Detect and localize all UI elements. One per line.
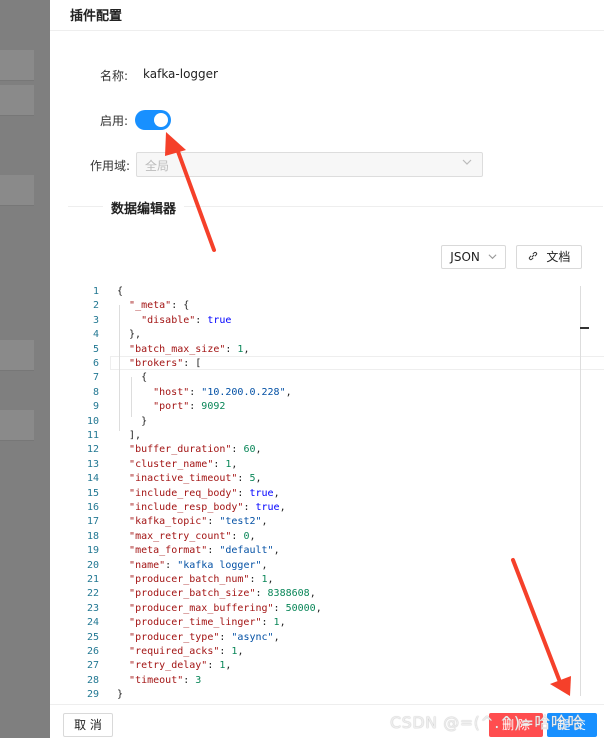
arrow-to-submit-icon: [511, 558, 571, 696]
arrow-to-switch-icon: [165, 132, 216, 252]
annotation-arrows: [165, 132, 571, 696]
